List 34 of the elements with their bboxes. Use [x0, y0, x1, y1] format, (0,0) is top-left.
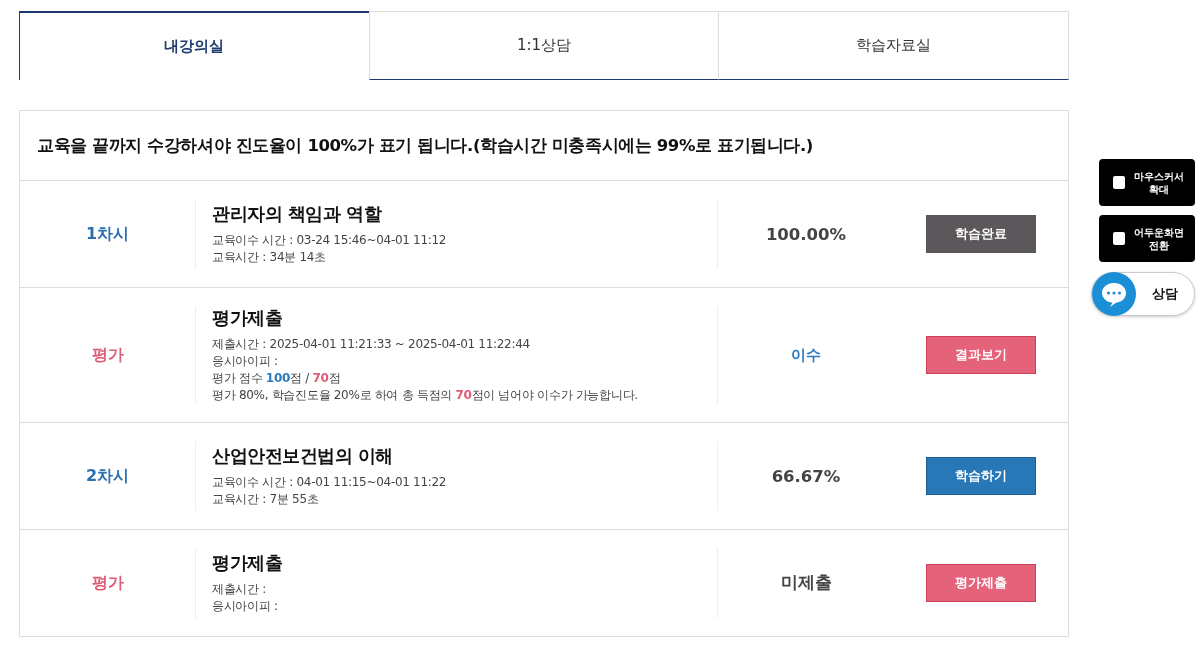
session-label: 평가: [91, 572, 124, 592]
detail-text: 제출시간 :: [212, 581, 268, 598]
action-button[interactable]: 학습하기: [926, 457, 1036, 495]
lesson-title: 산업안전보건법의 이해: [212, 444, 394, 468]
status-text: 66.67%: [771, 466, 841, 486]
status-text: 100.00%: [765, 224, 847, 244]
detail-text: 교육시간 : 7분 55초: [212, 491, 320, 508]
chat-bubble-icon: [1092, 272, 1136, 316]
detail-text: 평가 80%, 학습진도율 20%로 하여 총 득점의 70점이 넘어야 이수가 가능합니다.: [212, 387, 639, 404]
session-label: 1차시: [85, 223, 130, 243]
detail-text: 제출시간 : 2025-04-01 11:21:33 ~ 2025-04-01 11:22:44: [212, 336, 531, 353]
session-label: 평가: [91, 344, 124, 364]
status-text: 이수: [791, 346, 821, 364]
checkbox[interactable]: [1113, 176, 1125, 189]
status-text: 미제출: [780, 573, 832, 592]
toggle-button[interactable]: 마우스커서 확대: [1099, 159, 1195, 206]
lesson-title: 평가제출: [212, 551, 283, 575]
detail-text: 응시아이피 :: [212, 598, 279, 615]
detail-text: 교육이수 시간 : 03-24 15:46~04-01 11:12: [212, 232, 448, 249]
action-button[interactable]: 학습완료: [926, 215, 1036, 253]
checkbox[interactable]: [1113, 232, 1125, 245]
tab[interactable]: 내강의실: [19, 11, 370, 80]
tab[interactable]: 1:1상담: [368, 11, 720, 80]
chat-button[interactable]: 상담: [1091, 272, 1195, 316]
lesson-title: 관리자의 책임과 역할: [212, 202, 383, 226]
detail-text: 응시아이피 :: [212, 353, 279, 370]
detail-text: 교육이수 시간 : 04-01 11:15~04-01 11:22: [212, 474, 448, 491]
session-label: 2차시: [85, 465, 130, 485]
tab[interactable]: 학습자료실: [718, 11, 1069, 80]
detail-text: 평가 점수 100점 / 70점: [212, 370, 342, 387]
notice-text: 교육을 끝까지 수강하셔야 진도율이 100%가 표기 됩니다.(학습시간 미충족시에는 99%로 표기됩니다.): [20, 111, 1068, 181]
toggle-button[interactable]: 어두운화면 전환: [1099, 215, 1195, 262]
detail-text: 교육시간 : 34분 14초: [212, 249, 327, 266]
lesson-title: 평가제출: [212, 306, 283, 330]
